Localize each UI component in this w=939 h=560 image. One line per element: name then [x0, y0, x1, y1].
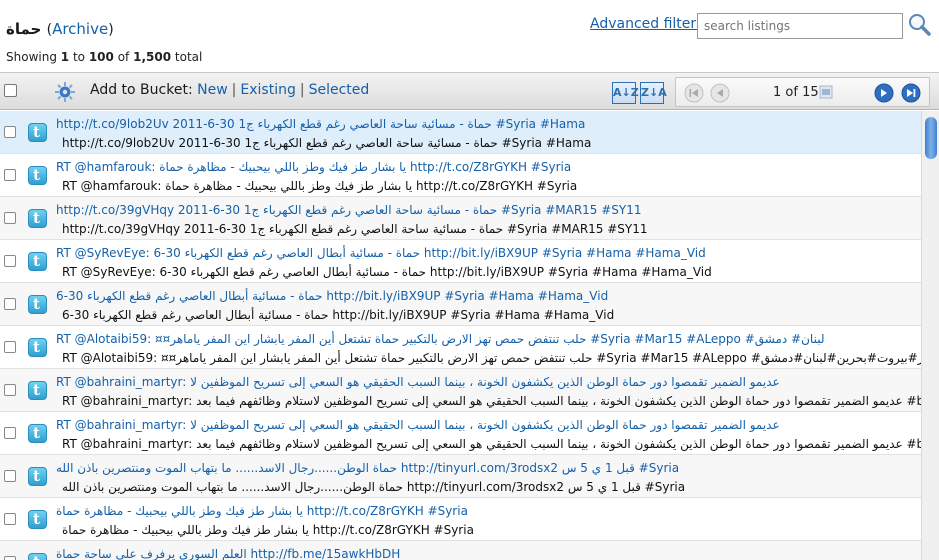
archive-link[interactable]: Archive — [52, 20, 108, 38]
bucket-selected-link[interactable]: Selected — [309, 82, 370, 98]
list-item[interactable]: t RT @bahraini_martyr: عديمو الضمير تقمص… — [0, 369, 921, 412]
item-title-link[interactable]: RT @SyRevEye: 6-30 حماة - مسائية أبطال ا… — [56, 246, 706, 260]
item-text: http://t.co/9lob2Uv 2011-6-30 حماة - مسا… — [62, 136, 592, 150]
first-page-icon[interactable] — [684, 83, 704, 103]
item-text: يا بشار طز فيك وطز باللي بيحبيك - مظاهرة… — [62, 523, 474, 537]
list-item[interactable]: t http://t.co/9lob2Uv 2011-6-30 حماة - م… — [0, 111, 921, 154]
showing-suffix: total — [174, 50, 203, 64]
list-item[interactable]: t العلم السوري يرفرف على ساحة حماة http:… — [0, 541, 921, 560]
header: حماة (Archive) Showing 1 to 100 of 1,500… — [0, 0, 939, 72]
list-item[interactable]: t RT @Alotaibi59: ¤¤حلب تنتفض حمص تهز ال… — [0, 326, 921, 369]
showing-to-word: to — [72, 50, 85, 64]
row-checkbox[interactable] — [4, 255, 16, 267]
item-text: حماة الوطن......رجال الاسد...... ما بتها… — [62, 480, 686, 494]
archive-paren-close: ) — [108, 22, 114, 38]
sort-za-button[interactable]: Z↓A — [640, 82, 667, 104]
twitter-icon: t — [28, 123, 47, 142]
list-item[interactable]: t يا بشار طز فيك وطز باللي بيحبيك - مظاه… — [0, 498, 921, 541]
row-checkbox[interactable] — [4, 384, 16, 396]
twitter-icon: t — [28, 209, 47, 228]
twitter-icon: t — [28, 166, 47, 185]
list-item[interactable]: t RT @bahraini_martyr: عديمو الضمير تقمص… — [0, 412, 921, 455]
item-title-link[interactable]: يا بشار طز فيك وطز باللي بيحبيك - مظاهرة… — [56, 504, 468, 518]
row-checkbox[interactable] — [4, 556, 16, 560]
list-item[interactable]: t http://t.co/39gVHqy 2011-6-30 حماة - م… — [0, 197, 921, 240]
showing-total: 1,500 — [133, 50, 172, 64]
prev-page-icon[interactable] — [710, 83, 730, 103]
twitter-icon: t — [28, 295, 47, 314]
results-list: t http://t.co/9lob2Uv 2011-6-30 حماة - م… — [0, 111, 921, 560]
list-item[interactable]: t 6-30 حماة - مسائية أبطال العاصي رغم قط… — [0, 283, 921, 326]
row-checkbox[interactable] — [4, 470, 16, 482]
search-icon[interactable] — [907, 12, 933, 38]
bucket-gear-icon[interactable] — [54, 81, 76, 103]
row-checkbox[interactable] — [4, 169, 16, 181]
item-text: http://t.co/39gVHqy 2011-6-30 حماة - مسا… — [62, 222, 648, 236]
page-menu-icon[interactable] — [819, 85, 833, 99]
next-page-icon[interactable] — [874, 83, 894, 103]
twitter-icon: t — [28, 338, 47, 357]
item-title-link[interactable]: 6-30 حماة - مسائية أبطال العاصي رغم قطع … — [56, 289, 608, 303]
item-text: RT @SyRevEye: 6-30 حماة - مسائية أبطال ا… — [62, 265, 712, 279]
item-text: RT @Alotaibi59: ¤¤حلب تنتفض حمص تهز الار… — [62, 351, 921, 365]
separator: | — [231, 82, 237, 98]
item-title-link[interactable]: RT @Alotaibi59: ¤¤حلب تنتفض حمص تهز الار… — [56, 332, 824, 346]
showing-of-word: of — [117, 50, 130, 64]
vertical-scrollbar[interactable] — [921, 111, 939, 560]
item-text: RT @hamfarouk: يا بشار طز فيك وطز باللي … — [62, 179, 578, 193]
advanced-filters-link[interactable]: Advanced filters — [590, 16, 703, 32]
sort-az-button[interactable]: A↓Z — [612, 82, 639, 104]
twitter-icon: t — [28, 424, 47, 443]
query-title: حماة — [6, 20, 42, 38]
pagination: 1 of 15 — [675, 77, 930, 107]
showing-to: 100 — [88, 50, 114, 64]
add-to-bucket-label: Add to Bucket: — [90, 82, 193, 98]
twitter-icon: t — [28, 381, 47, 400]
page-title: حماة (Archive) — [6, 20, 114, 38]
add-to-bucket-group: Add to Bucket: New | Existing | Selected — [90, 82, 369, 98]
item-title-link[interactable]: حماة الوطن......رجال الاسد...... ما بتها… — [56, 461, 679, 475]
row-checkbox[interactable] — [4, 341, 16, 353]
item-text: RT @bahraini_martyr: عديمو الضمير تقمصوا… — [62, 437, 921, 451]
item-text: RT @bahraini_martyr: عديمو الضمير تقمصوا… — [62, 394, 921, 408]
item-title-link[interactable]: العلم السوري يرفرف على ساحة حماة http://… — [56, 547, 400, 560]
item-title-link[interactable]: http://t.co/9lob2Uv 2011-6-30 حماة - مسا… — [56, 117, 585, 131]
twitter-icon: t — [28, 252, 47, 271]
sort-za-label: Z↓A — [641, 86, 667, 99]
row-checkbox[interactable] — [4, 126, 16, 138]
row-checkbox[interactable] — [4, 427, 16, 439]
toolbar: Add to Bucket: New | Existing | Selected A↓Z… — [0, 72, 939, 110]
last-page-icon[interactable] — [901, 83, 921, 103]
scrollbar-thumb[interactable] — [925, 117, 937, 159]
showing-prefix: Showing — [6, 50, 57, 64]
page-indicator: 1 of 15 — [773, 85, 819, 100]
row-checkbox[interactable] — [4, 298, 16, 310]
list-item[interactable]: t حماة الوطن......رجال الاسد...... ما بت… — [0, 455, 921, 498]
row-checkbox[interactable] — [4, 513, 16, 525]
sort-az-label: A↓Z — [613, 86, 639, 99]
twitter-icon: t — [28, 553, 47, 560]
item-title-link[interactable]: http://t.co/39gVHqy 2011-6-30 حماة - مسا… — [56, 203, 642, 217]
item-title-link[interactable]: RT @bahraini_martyr: عديمو الضمير تقمصوا… — [56, 375, 780, 389]
search-input[interactable] — [697, 13, 903, 39]
bucket-existing-link[interactable]: Existing — [240, 82, 295, 98]
separator: | — [299, 82, 305, 98]
select-all-checkbox[interactable] — [4, 84, 17, 97]
item-title-link[interactable]: RT @hamfarouk: يا بشار طز فيك وطز باللي … — [56, 160, 571, 174]
twitter-icon: t — [28, 467, 47, 486]
row-checkbox[interactable] — [4, 212, 16, 224]
results-count: Showing 1 to 100 of 1,500 total — [6, 50, 202, 64]
twitter-icon: t — [28, 510, 47, 529]
list-item[interactable]: t RT @hamfarouk: يا بشار طز فيك وطز بالل… — [0, 154, 921, 197]
item-text: 6-30 حماة - مسائية أبطال العاصي رغم قطع … — [62, 308, 615, 322]
item-title-link[interactable]: RT @bahraini_martyr: عديمو الضمير تقمصوا… — [56, 418, 780, 432]
showing-from: 1 — [60, 50, 70, 64]
bucket-new-link[interactable]: New — [197, 82, 228, 98]
list-item[interactable]: t RT @SyRevEye: 6-30 حماة - مسائية أبطال… — [0, 240, 921, 283]
